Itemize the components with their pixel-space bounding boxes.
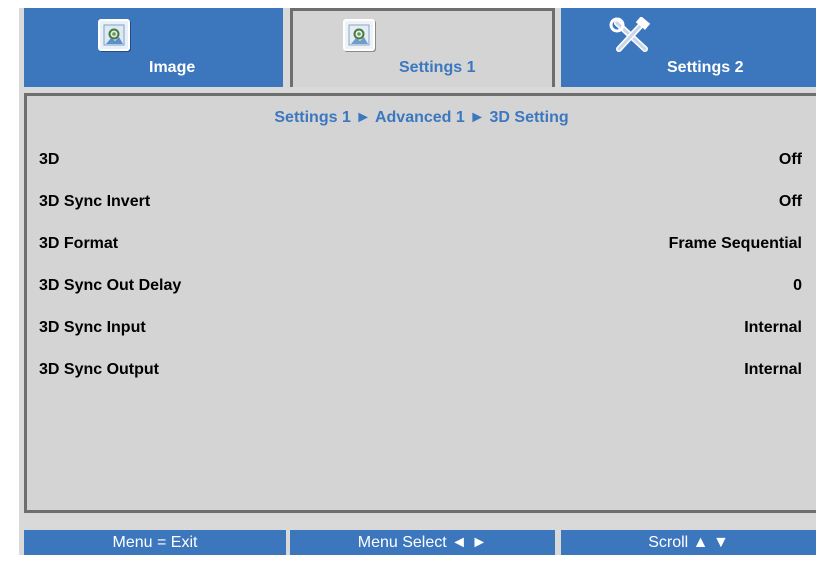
settings-panel-icon — [343, 19, 375, 51]
tab-settings-2-label: Settings 2 — [667, 59, 744, 76]
setting-row-3d-sync-input[interactable]: 3D Sync Input Internal — [39, 319, 802, 341]
tab-image-label: Image — [149, 59, 196, 76]
setting-value[interactable]: Internal — [744, 361, 802, 379]
setting-row-3d-format[interactable]: 3D Format Frame Sequential — [39, 235, 802, 257]
tab-settings-2[interactable]: Settings 2 — [561, 8, 816, 87]
setting-row-3d-sync-output[interactable]: 3D Sync Output Internal — [39, 361, 802, 383]
setting-value[interactable]: 0 — [793, 277, 802, 295]
setting-value[interactable]: Off — [779, 193, 802, 211]
tab-image[interactable]: Image — [24, 8, 283, 87]
settings-panel: Settings 1 ► Advanced 1 ► 3D Setting 3D … — [24, 93, 816, 513]
osd-menu: Image Settings 1 Settings 2 Settings 1 ►… — [0, 0, 816, 563]
footer-exit-hint: Menu = Exit — [24, 530, 286, 555]
tab-settings-1[interactable]: Settings 1 — [290, 8, 555, 87]
setting-label: 3D Format — [39, 235, 119, 252]
footer-select-hint: Menu Select ◄ ► — [290, 530, 555, 555]
setting-row-3d[interactable]: 3D Off — [39, 151, 802, 173]
image-adjust-icon — [98, 19, 130, 51]
tab-settings-1-label: Settings 1 — [399, 59, 476, 76]
breadcrumb: Settings 1 ► Advanced 1 ► 3D Setting — [274, 109, 569, 126]
setting-row-3d-sync-invert[interactable]: 3D Sync Invert Off — [39, 193, 802, 215]
footer-scroll-hint: Scroll ▲ ▼ — [561, 530, 816, 555]
setting-value[interactable]: Frame Sequential — [669, 235, 802, 253]
setting-value[interactable]: Internal — [744, 319, 802, 337]
setting-label: 3D Sync Output — [39, 361, 160, 378]
setting-label: 3D Sync Input — [39, 319, 146, 336]
setting-label: 3D Sync Invert — [39, 193, 151, 210]
tools-icon — [609, 16, 655, 62]
setting-label: 3D Sync Out Delay — [39, 277, 182, 294]
setting-row-3d-sync-out-delay[interactable]: 3D Sync Out Delay 0 — [39, 277, 802, 299]
setting-value[interactable]: Off — [779, 151, 802, 169]
setting-label: 3D — [39, 151, 60, 168]
